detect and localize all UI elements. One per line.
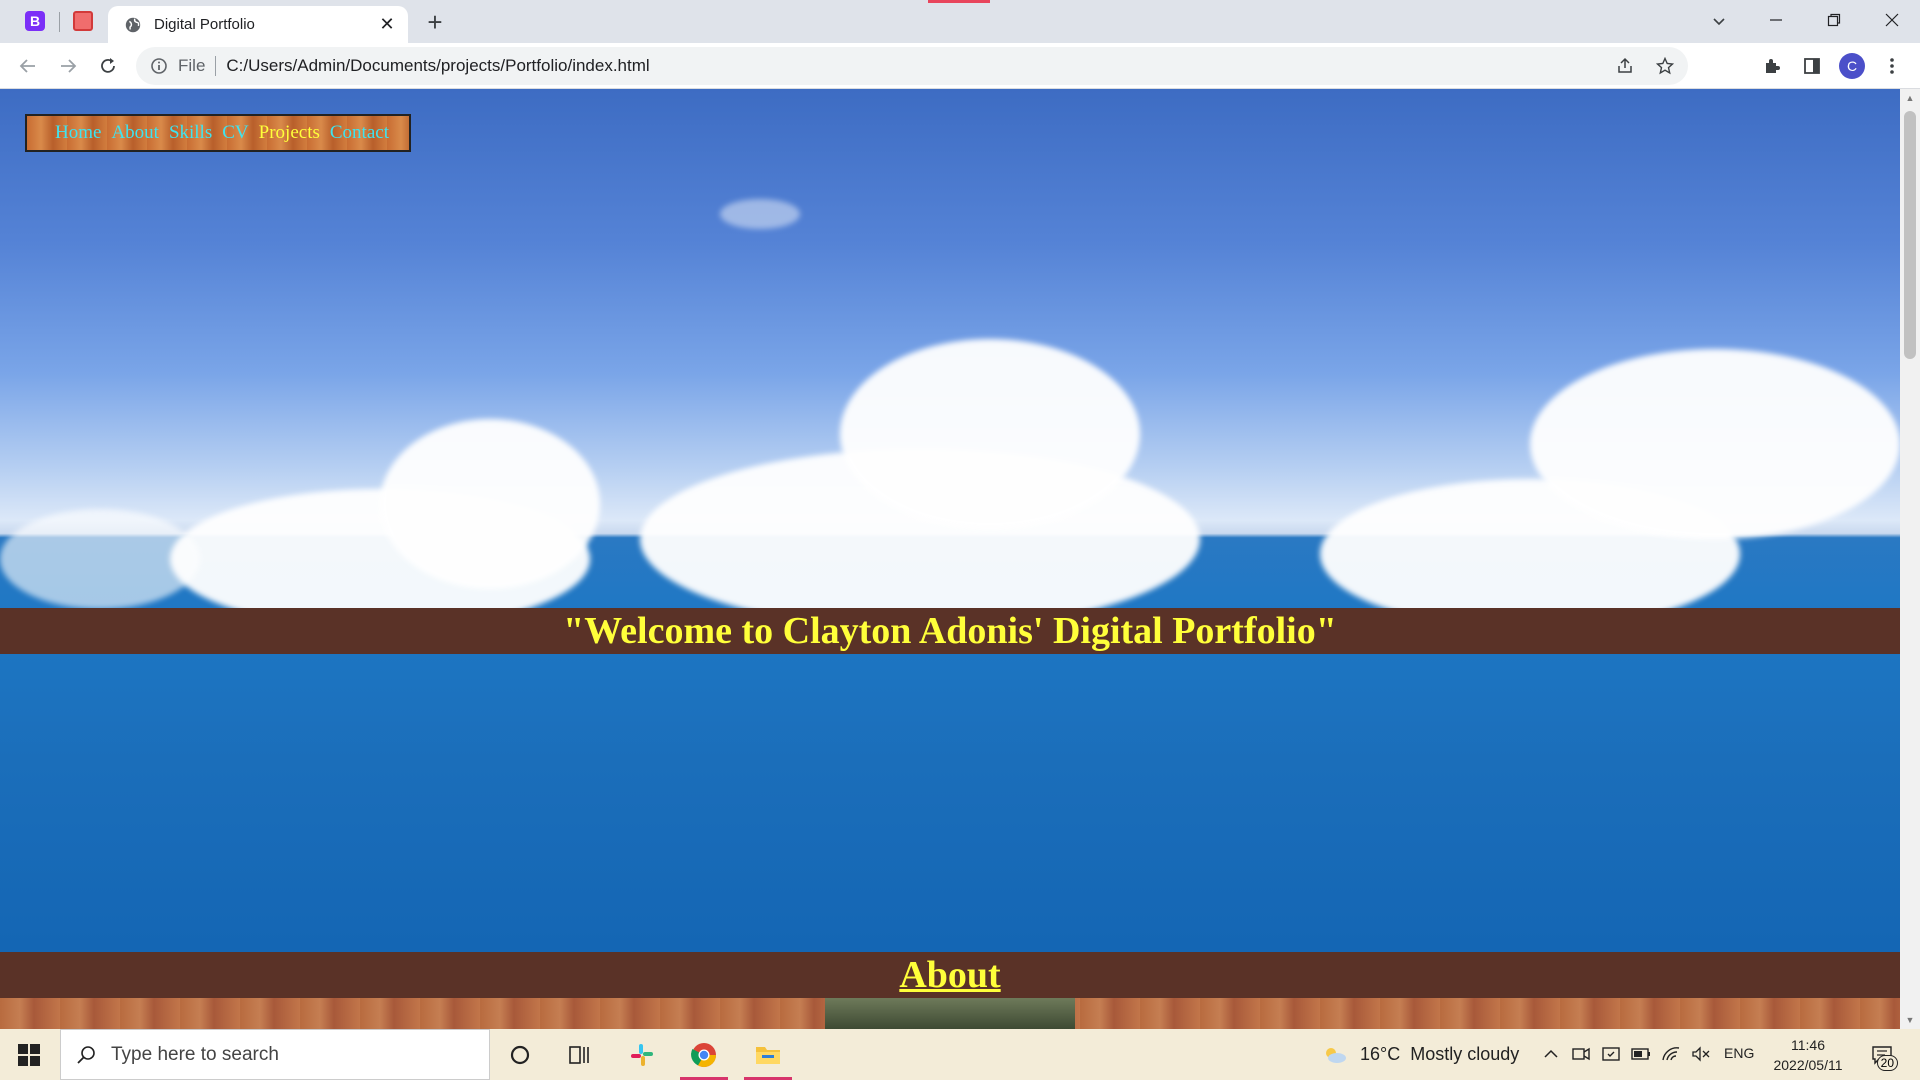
search-placeholder: Type here to search — [111, 1043, 279, 1065]
extensions-icon[interactable] — [1756, 50, 1788, 82]
hero-background — [0, 89, 1900, 952]
cloud — [380, 419, 600, 589]
about-heading[interactable]: About — [899, 953, 1000, 997]
chevron-down-icon[interactable] — [1704, 6, 1734, 36]
nav-link-home[interactable]: Home — [55, 122, 101, 144]
nav-link-projects[interactable]: Projects — [259, 122, 320, 144]
windows-start-icon[interactable] — [0, 1029, 58, 1080]
address-bar[interactable]: File C:/Users/Admin/Documents/projects/P… — [136, 47, 1688, 85]
cloud — [720, 199, 800, 229]
scroll-down-arrow-icon[interactable]: ▼ — [1900, 1011, 1920, 1029]
globe-icon — [125, 17, 141, 32]
welcome-banner: "Welcome to Clayton Adonis' Digital Port… — [0, 608, 1900, 654]
pinned-tab-s[interactable] — [70, 8, 96, 34]
cloud-icon — [1326, 1047, 1346, 1063]
nav-link-skills[interactable]: Skills — [169, 122, 212, 144]
url-scheme: File — [178, 56, 206, 75]
file-explorer-icon[interactable] — [738, 1029, 798, 1080]
star-icon[interactable] — [1648, 49, 1682, 83]
chevron-up-icon[interactable] — [1540, 1043, 1562, 1065]
cloud — [0, 509, 200, 609]
cloud — [840, 339, 1140, 529]
side-panel-icon[interactable] — [1796, 50, 1828, 82]
weather-temp: 16°C — [1360, 1044, 1401, 1064]
slack-icon[interactable] — [612, 1029, 672, 1080]
s-favicon-icon — [73, 11, 93, 31]
nav-link-cv[interactable]: CV — [222, 122, 248, 144]
wifi-icon[interactable] — [1660, 1043, 1682, 1065]
url-text[interactable]: C:/Users/Admin/Documents/projects/Portfo… — [226, 56, 1608, 76]
recording-indicator — [928, 0, 990, 3]
scroll-thumb[interactable] — [1904, 111, 1916, 359]
system-clock[interactable]: 11:46 2022/05/11 — [1766, 1035, 1850, 1075]
language-indicator[interactable]: ENG — [1724, 1045, 1754, 1061]
browser-toolbar: File C:/Users/Admin/Documents/projects/P… — [0, 43, 1920, 89]
nav-link-about[interactable]: About — [111, 122, 159, 144]
restore-icon[interactable] — [1806, 0, 1862, 40]
clock-time: 11:46 — [1791, 1037, 1825, 1053]
about-section-header: About — [0, 952, 1900, 998]
tab-title: Digital Portfolio — [154, 16, 255, 33]
avatar: C — [1839, 53, 1865, 79]
reload-icon[interactable] — [92, 50, 124, 82]
clock-date: 2022/05/11 — [1773, 1057, 1843, 1073]
cloud — [1530, 349, 1900, 539]
welcome-heading: "Welcome to Clayton Adonis' Digital Port… — [563, 610, 1337, 652]
tab-separator — [59, 12, 60, 32]
scroll-up-arrow-icon[interactable]: ▲ — [1900, 89, 1920, 107]
tab-digital-portfolio[interactable]: Digital Portfolio ✕ — [108, 6, 408, 43]
cortana-icon[interactable] — [490, 1029, 550, 1080]
notification-count-badge: 20 — [1876, 1055, 1898, 1071]
minimize-icon[interactable] — [1748, 0, 1804, 40]
pinned-tab-b[interactable]: B — [22, 8, 48, 34]
meet-now-icon[interactable] — [1570, 1043, 1592, 1065]
task-view-icon[interactable] — [550, 1029, 610, 1080]
info-icon[interactable] — [150, 57, 168, 75]
profile-avatar[interactable]: C — [1836, 50, 1868, 82]
back-arrow-icon[interactable] — [12, 50, 44, 82]
weather-widget[interactable]: 16°C Mostly cloudy — [1322, 1029, 1519, 1080]
page-scrollbar[interactable]: ▲ ▼ — [1900, 89, 1920, 1029]
share-icon[interactable] — [1608, 49, 1642, 83]
volume-muted-icon[interactable] — [1690, 1043, 1712, 1065]
tab-strip: B Digital Portfolio ✕ + — [0, 0, 1920, 43]
window-close-icon[interactable] — [1864, 0, 1920, 40]
forward-arrow-icon[interactable] — [52, 50, 84, 82]
new-tab-button[interactable]: + — [420, 7, 450, 37]
about-photo — [825, 998, 1075, 1029]
page-viewport: Home About Skills CV Projects Contact "W… — [0, 89, 1900, 1029]
main-nav: Home About Skills CV Projects Contact — [25, 114, 411, 152]
url-separator — [215, 56, 217, 76]
close-icon[interactable]: ✕ — [374, 12, 400, 38]
kebab-menu-icon[interactable] — [1876, 50, 1908, 82]
chrome-icon[interactable] — [674, 1029, 734, 1080]
battery-icon[interactable] — [1630, 1043, 1652, 1065]
weather-condition: Mostly cloudy — [1410, 1044, 1520, 1064]
taskbar-search-box[interactable]: Type here to search — [60, 1029, 490, 1080]
nav-link-contact[interactable]: Contact — [330, 122, 389, 144]
b-favicon-icon: B — [25, 11, 45, 31]
notification-center-icon[interactable]: 20 — [1862, 1039, 1902, 1071]
search-icon — [77, 1045, 95, 1064]
security-icon[interactable] — [1600, 1043, 1622, 1065]
windows-taskbar: Type here to search 16°C Mostly cloudy E… — [0, 1029, 1920, 1080]
